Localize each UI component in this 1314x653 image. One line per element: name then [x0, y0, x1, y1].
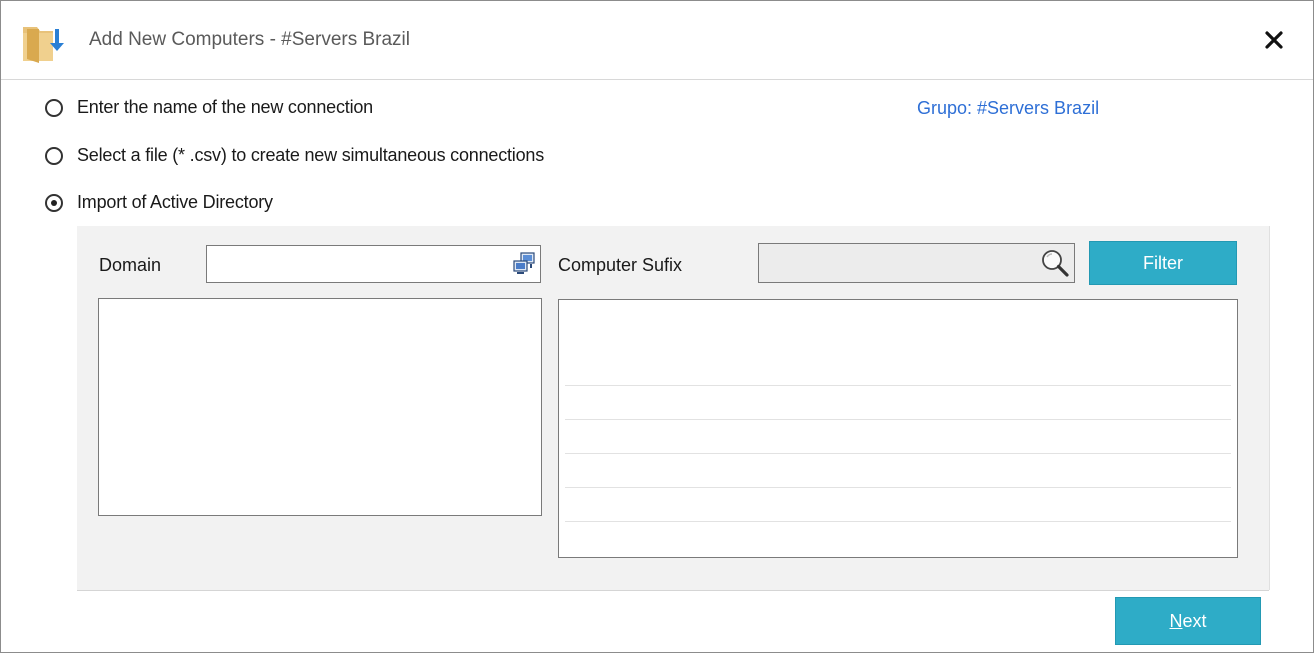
title-bar: Add New Computers - #Servers Brazil	[1, 1, 1313, 80]
close-button[interactable]	[1257, 23, 1291, 57]
radio-import-ad[interactable]	[45, 193, 63, 212]
add-new-computers-dialog: Add New Computers - #Servers Brazil Ente…	[0, 0, 1314, 653]
list-row-separator	[565, 385, 1231, 386]
search-icon[interactable]	[1040, 248, 1070, 278]
computer-sufix-input[interactable]	[759, 244, 1045, 280]
close-icon	[1265, 31, 1283, 49]
next-button[interactable]: Next	[1115, 597, 1261, 645]
option-select-file-label: Select a file (* .csv) to create new sim…	[77, 145, 545, 165]
computers-list[interactable]	[558, 299, 1238, 558]
folder-download-icon	[23, 27, 64, 63]
computer-sufix-label: Computer Sufix	[558, 255, 683, 275]
domain-input[interactable]	[207, 246, 513, 280]
list-row-separator	[565, 487, 1231, 488]
group-link[interactable]: Grupo: #Servers Brazil	[917, 98, 1099, 119]
list-row-separator	[565, 419, 1231, 420]
computer-sufix-field[interactable]	[758, 243, 1075, 283]
option-import-ad-label: Import of Active Directory	[77, 192, 273, 212]
next-button-label: Next	[1169, 610, 1207, 631]
option-enter-name-label: Enter the name of the new connection	[77, 97, 373, 117]
option-import-ad[interactable]: Import of Active Directory	[45, 192, 273, 213]
option-enter-name[interactable]: Enter the name of the new connection	[45, 97, 373, 118]
window-title: Add New Computers - #Servers Brazil	[89, 29, 410, 50]
list-row-separator	[565, 453, 1231, 454]
filter-button[interactable]: Filter	[1089, 241, 1237, 285]
domain-label: Domain	[99, 255, 162, 275]
radio-select-file[interactable]	[45, 146, 63, 165]
option-select-file[interactable]: Select a file (* .csv) to create new sim…	[45, 145, 544, 166]
filter-button-label: Filter	[1143, 252, 1183, 273]
domain-field[interactable]	[206, 245, 541, 283]
network-computers-icon[interactable]	[512, 252, 536, 276]
radio-enter-name[interactable]	[45, 98, 63, 117]
domain-tree-list[interactable]	[98, 298, 542, 516]
list-row-separator	[565, 521, 1231, 522]
